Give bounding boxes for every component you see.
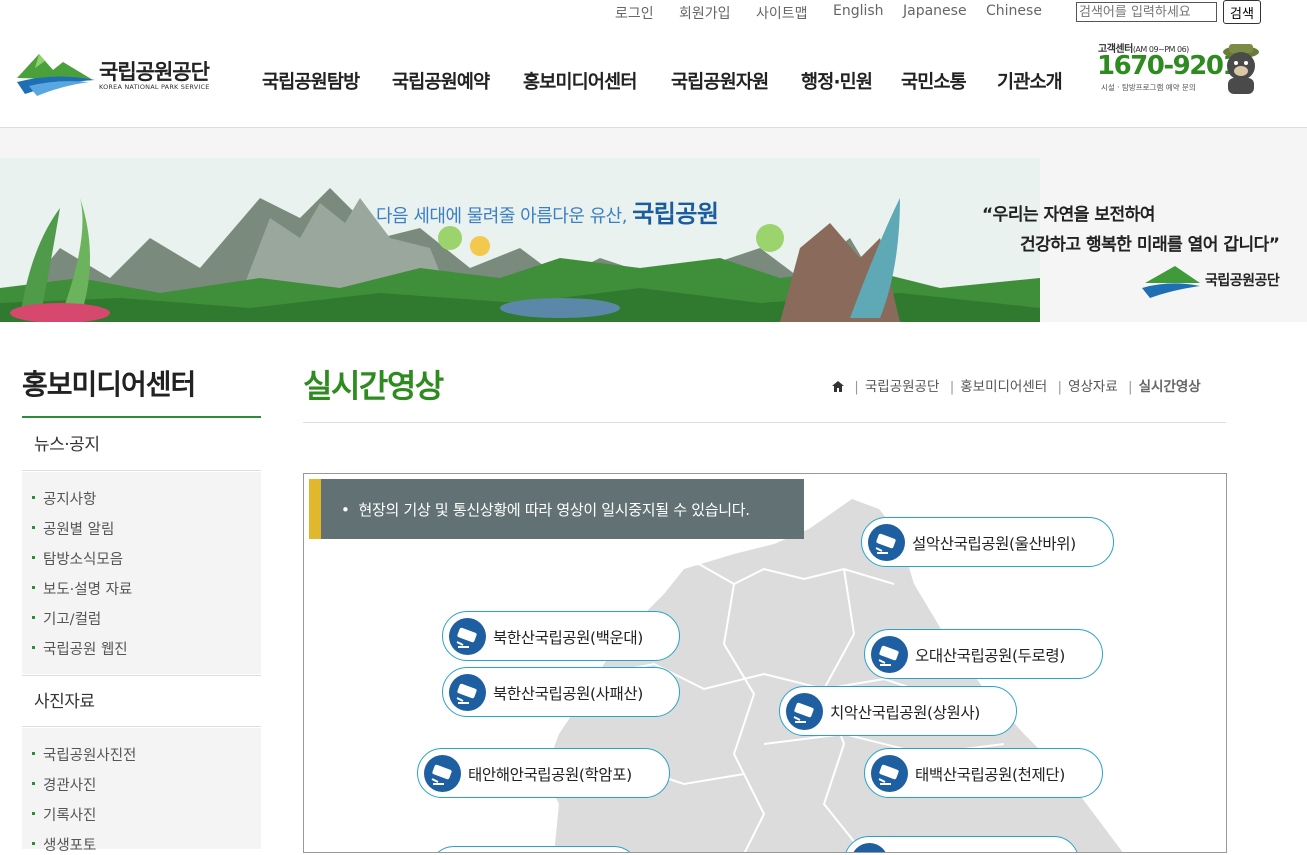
sidebar-title-underline bbox=[22, 416, 261, 418]
banner-tagline: 다음 세대에 물려줄 아름다운 유산, 국립공원 bbox=[376, 200, 719, 228]
cctv-camera-icon bbox=[871, 636, 908, 673]
live-video-map: • 현장의 기상 및 통신상황에 따라 영상이 일시중지될 수 있습니다. 설악… bbox=[303, 473, 1227, 853]
login-link[interactable]: 로그인 bbox=[615, 3, 654, 23]
top-utility-bar: 로그인 회원가입 사이트맵 English Japanese Chinese 검… bbox=[0, 0, 1307, 30]
breadcrumb-current: 실시간영상 bbox=[1138, 379, 1201, 395]
sidebar-item-column[interactable]: 기고/컬럼 bbox=[32, 608, 101, 629]
cctv-camera-icon bbox=[868, 524, 905, 561]
camera-button-odaesan[interactable]: 오대산국립공원(두로령) bbox=[864, 629, 1103, 679]
signup-link[interactable]: 회원가입 bbox=[679, 3, 731, 23]
cctv-camera-icon bbox=[424, 755, 461, 792]
sidebar-item-notice[interactable]: 공지사항 bbox=[32, 488, 96, 509]
gnb-media-center[interactable]: 홍보미디어센터 bbox=[523, 68, 637, 94]
customer-center-phone: 1670-9201 bbox=[1097, 51, 1241, 81]
sidebar-item-landscape-photos[interactable]: 경관사진 bbox=[32, 774, 96, 795]
site-logo[interactable]: 국립공원공단 KOREA NATIONAL PARK SERVICE bbox=[15, 50, 225, 100]
gnb-park-resources[interactable]: 국립공원자원 bbox=[671, 68, 769, 94]
camera-label: 오대산국립공원(두로령) bbox=[915, 647, 1065, 665]
gnb-communication[interactable]: 국민소통 bbox=[901, 68, 967, 94]
camera-button-bukhansan-sapaesan[interactable]: 북한산국립공원(사패산) bbox=[442, 667, 680, 717]
cctv-camera-icon bbox=[851, 843, 888, 852]
camera-label: 설악산국립공원(울산바위) bbox=[912, 535, 1076, 553]
gnb-administration[interactable]: 행정·민원 bbox=[801, 68, 873, 94]
sidebar-item-webzine[interactable]: 국립공원 웹진 bbox=[32, 638, 128, 659]
camera-button-partial[interactable] bbox=[844, 836, 1079, 852]
english-link[interactable]: English bbox=[833, 3, 884, 19]
content-divider bbox=[303, 422, 1226, 423]
sitemap-link[interactable]: 사이트맵 bbox=[756, 3, 808, 23]
camera-button-taeanhaean[interactable]: 태안해안국립공원(학암포) bbox=[417, 748, 670, 798]
page-title: 실시간영상 bbox=[303, 367, 444, 405]
sidebar-item-park-alerts[interactable]: 공원별 알림 bbox=[32, 518, 114, 539]
search-input[interactable] bbox=[1076, 2, 1217, 22]
banner-quote-line1: “우리는 자연을 보전하여 bbox=[982, 205, 1155, 225]
sidebar-title: 홍보미디어센터 bbox=[22, 368, 196, 401]
sidebar-item-photo-contest[interactable]: 국립공원사진전 bbox=[32, 744, 136, 765]
logo-name: 국립공원공단 bbox=[99, 60, 210, 84]
sidebar-item-press[interactable]: 보도·설명 자료 bbox=[32, 578, 132, 599]
hero-banner: 다음 세대에 물려줄 아름다운 유산, 국립공원 “우리는 자연을 보전하여 건… bbox=[0, 128, 1307, 322]
camera-label: 북한산국립공원(사패산) bbox=[493, 685, 643, 703]
cctv-camera-icon bbox=[449, 674, 486, 711]
gnb-about[interactable]: 기관소개 bbox=[997, 68, 1063, 94]
banner-quote-line2: 건강하고 행복한 미래를 열어 갑니다” bbox=[1020, 235, 1280, 255]
cctv-camera-icon bbox=[786, 693, 823, 730]
camera-button-chiaksan[interactable]: 치악산국립공원(상원사) bbox=[779, 686, 1017, 736]
cctv-camera-icon bbox=[871, 755, 908, 792]
gnb-park-reservation[interactable]: 국립공원예약 bbox=[392, 68, 490, 94]
camera-button-partial[interactable] bbox=[429, 846, 639, 852]
banner-logo-text: 국립공원공단 bbox=[1205, 273, 1280, 289]
bear-mascot-icon bbox=[1223, 44, 1259, 94]
sidebar-group-news[interactable]: 뉴스·공지 bbox=[22, 420, 261, 471]
sidebar-item-record-photos[interactable]: 기록사진 bbox=[32, 804, 96, 825]
breadcrumb-item[interactable]: 영상자료 bbox=[1068, 379, 1118, 395]
logo-mountain-icon bbox=[17, 54, 95, 96]
camera-label: 태백산국립공원(천제단) bbox=[915, 766, 1065, 784]
chinese-link[interactable]: Chinese bbox=[986, 3, 1042, 19]
japanese-link[interactable]: Japanese bbox=[903, 3, 967, 19]
home-icon[interactable] bbox=[832, 381, 844, 392]
sidebar-item-live-photos[interactable]: 생생포토 bbox=[32, 834, 96, 855]
customer-center-desc: 시설 · 탐방프로그램 예약 문의 bbox=[1101, 83, 1196, 92]
camera-button-bukhansan-baegundae[interactable]: 북한산국립공원(백운대) bbox=[442, 611, 680, 661]
sidebar-sub-photos: 국립공원사진전 경관사진 기록사진 생생포토 bbox=[22, 728, 261, 854]
customer-center: 고객센터(AM 09~PM 06) 1670-9201 시설 · 탐방프로그램 … bbox=[1097, 38, 1265, 96]
breadcrumb: | 국립공원공단 | 홍보미디어센터 | 영상자료 | 실시간영상 bbox=[832, 375, 1201, 395]
camera-label: 북한산국립공원(백운대) bbox=[493, 629, 643, 647]
camera-label: 치악산국립공원(상원사) bbox=[830, 704, 980, 722]
camera-label: 태안해안국립공원(학암포) bbox=[468, 766, 632, 784]
sidebar-item-visit-news[interactable]: 탐방소식모음 bbox=[32, 548, 123, 569]
cctv-camera-icon bbox=[449, 618, 486, 655]
gnb-park-visit[interactable]: 국립공원탐방 bbox=[262, 68, 360, 94]
sidebar-group-photos[interactable]: 사진자료 bbox=[22, 675, 261, 727]
camera-button-seoraksan[interactable]: 설악산국립공원(울산바위) bbox=[861, 517, 1114, 567]
breadcrumb-item[interactable]: 홍보미디어센터 bbox=[960, 379, 1047, 395]
notice-banner: • 현장의 기상 및 통신상황에 따라 영상이 일시중지될 수 있습니다. bbox=[309, 479, 804, 539]
notice-text: • 현장의 기상 및 통신상황에 따라 영상이 일시중지될 수 있습니다. bbox=[341, 501, 750, 519]
notice-accent-bar bbox=[309, 479, 321, 539]
sidebar-sub-news: 공지사항 공원별 알림 탐방소식모음 보도·설명 자료 기고/컬럼 국립공원 웹… bbox=[22, 472, 261, 674]
camera-button-taebaeksan[interactable]: 태백산국립공원(천제단) bbox=[864, 748, 1103, 798]
breadcrumb-item[interactable]: 국립공원공단 bbox=[865, 379, 940, 395]
search-button[interactable]: 검색 bbox=[1223, 0, 1261, 24]
logo-subtitle: KOREA NATIONAL PARK SERVICE bbox=[99, 83, 210, 91]
